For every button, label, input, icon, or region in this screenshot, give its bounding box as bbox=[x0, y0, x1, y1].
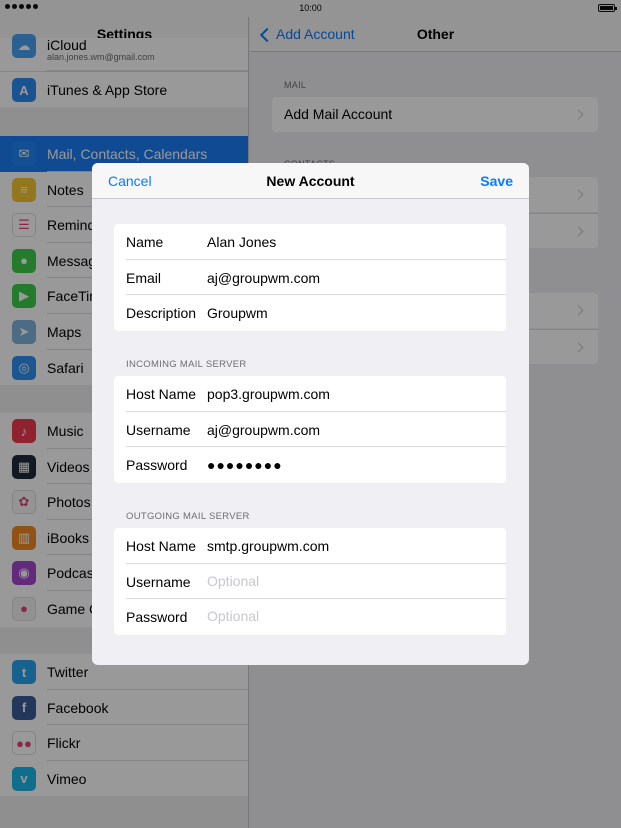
dialog-title: New Account bbox=[266, 173, 355, 189]
incoming-server-group: Host Name pop3.groupwm.com Username aj@g… bbox=[114, 376, 506, 483]
incoming-host-label: Host Name bbox=[126, 386, 197, 402]
outgoing-username-field[interactable]: Username bbox=[114, 564, 506, 600]
incoming-username-label: Username bbox=[126, 421, 191, 438]
description-value[interactable]: Groupwm bbox=[207, 305, 497, 321]
incoming-password-label: Password bbox=[126, 457, 188, 474]
incoming-host-value[interactable]: pop3.groupwm.com bbox=[207, 386, 497, 402]
new-account-dialog: Cancel New Account Save Name Alan Jones … bbox=[92, 163, 529, 665]
outgoing-host-label: Host Name bbox=[126, 538, 197, 554]
outgoing-server-group: Host Name smtp.groupwm.com Username Pass… bbox=[114, 528, 506, 635]
incoming-server-section-label: INCOMING MAIL SERVER bbox=[126, 359, 247, 370]
dialog-navbar: Cancel New Account Save bbox=[92, 163, 529, 199]
outgoing-password-input[interactable] bbox=[207, 608, 497, 625]
save-button[interactable]: Save bbox=[480, 163, 513, 199]
description-field[interactable]: Description Groupwm bbox=[114, 295, 506, 331]
incoming-username-field[interactable]: Username aj@groupwm.com bbox=[114, 412, 506, 448]
outgoing-host-value[interactable]: smtp.groupwm.com bbox=[207, 538, 497, 554]
account-info-group: Name Alan Jones Email aj@groupwm.com Des… bbox=[114, 224, 506, 331]
incoming-username-value[interactable]: aj@groupwm.com bbox=[207, 422, 497, 438]
incoming-password-field[interactable]: Password ●●●●●●●● bbox=[114, 447, 506, 483]
email-field[interactable]: Email aj@groupwm.com bbox=[114, 260, 506, 296]
incoming-host-field[interactable]: Host Name pop3.groupwm.com bbox=[114, 376, 506, 412]
outgoing-host-field[interactable]: Host Name smtp.groupwm.com bbox=[114, 528, 506, 564]
outgoing-password-label: Password bbox=[126, 609, 188, 626]
incoming-password-value[interactable]: ●●●●●●●● bbox=[207, 457, 497, 473]
name-field[interactable]: Name Alan Jones bbox=[114, 224, 506, 260]
description-label: Description bbox=[126, 305, 197, 322]
name-value[interactable]: Alan Jones bbox=[207, 234, 497, 250]
outgoing-password-field[interactable]: Password bbox=[114, 599, 506, 635]
outgoing-username-label: Username bbox=[126, 573, 191, 590]
email-value[interactable]: aj@groupwm.com bbox=[207, 270, 497, 286]
outgoing-username-input[interactable] bbox=[207, 572, 497, 589]
outgoing-server-section-label: OUTGOING MAIL SERVER bbox=[126, 511, 250, 522]
email-label: Email bbox=[126, 269, 162, 286]
name-label: Name bbox=[126, 234, 164, 250]
